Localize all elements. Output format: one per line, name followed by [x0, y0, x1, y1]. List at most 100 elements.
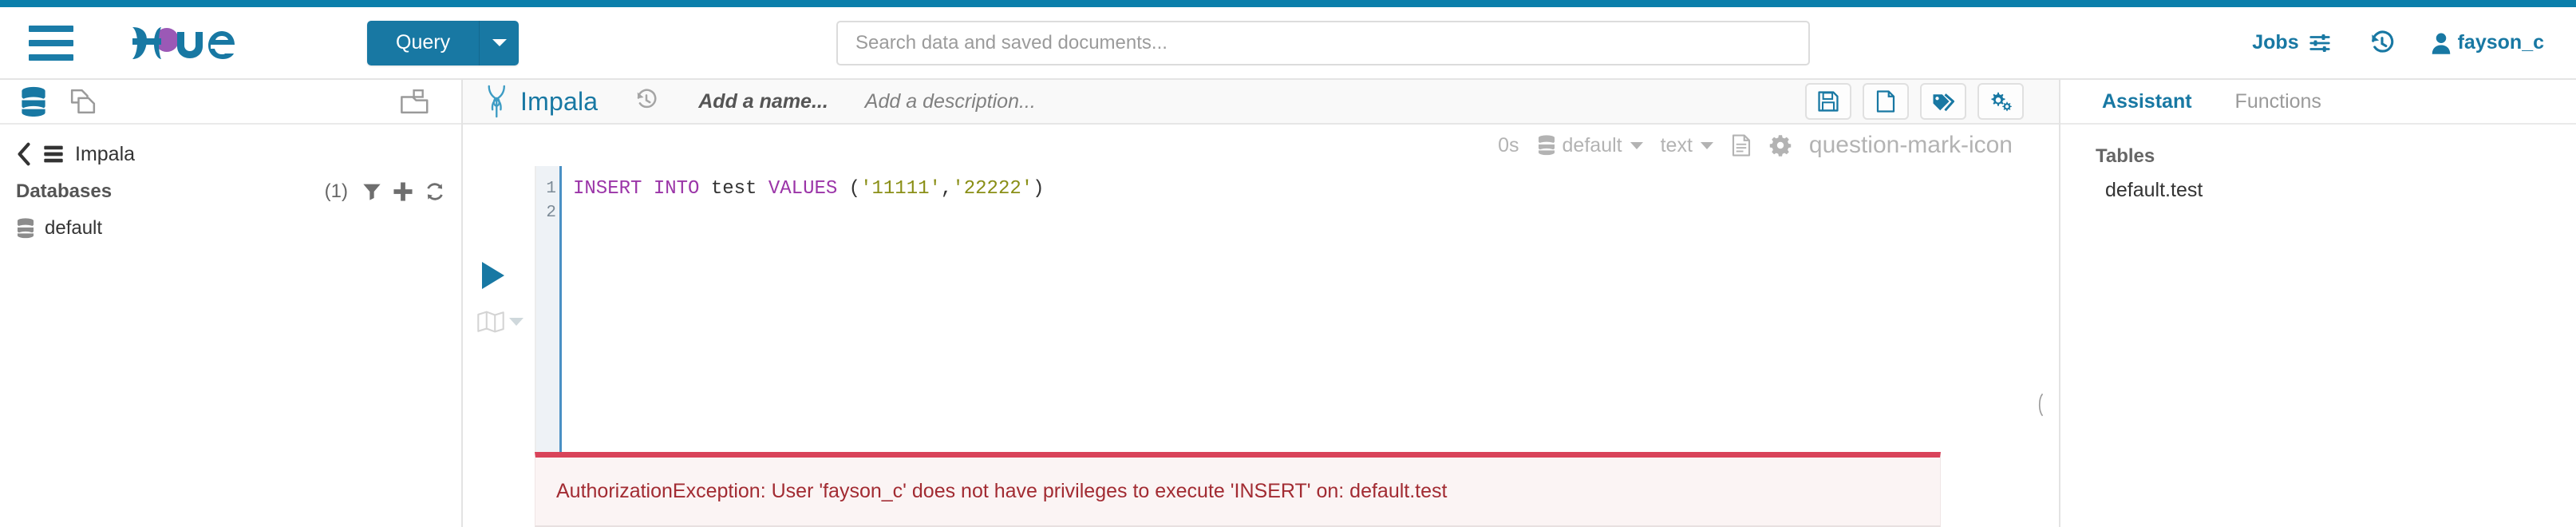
file-icon	[1876, 90, 1895, 113]
editor-area: 12 INSERT INTO test VALUES ('11111','222…	[463, 166, 2059, 452]
history-button[interactable]	[2369, 30, 2396, 57]
funnel-icon[interactable]	[362, 182, 381, 201]
query-button-group: Query	[367, 20, 520, 65]
database-icon	[17, 218, 34, 239]
code-token: VALUES	[768, 178, 838, 200]
database-icon	[1538, 135, 1555, 156]
query-dropdown-button[interactable]	[479, 20, 520, 65]
left-sidebar-toolbar	[0, 80, 461, 125]
code-content[interactable]: INSERT INTO test VALUES ('11111','22222'…	[562, 166, 2059, 452]
open-folder-icon[interactable]	[399, 87, 431, 116]
editor-left-gutter	[463, 166, 535, 452]
search-input[interactable]	[836, 20, 1810, 65]
query-description-input[interactable]: Add a description...	[865, 90, 1036, 113]
result-view-button[interactable]	[1731, 133, 1752, 157]
query-button[interactable]: Query	[367, 20, 480, 65]
query-map-button[interactable]	[477, 310, 523, 334]
error-message: AuthorizationException: User 'fayson_c' …	[556, 480, 1448, 502]
code-token: )	[1033, 178, 1045, 200]
user-menu[interactable]: fayson_c	[2431, 31, 2544, 55]
documents-icon[interactable]	[69, 87, 97, 116]
result-format-selector[interactable]: text	[1661, 134, 1713, 157]
gears-icon	[1991, 92, 2012, 112]
editor-history-icon[interactable]	[634, 88, 658, 116]
username-label: fayson_c	[2457, 31, 2544, 53]
breadcrumb[interactable]: Impala	[16, 142, 445, 166]
plus-icon[interactable]	[393, 181, 413, 202]
map-icon	[477, 311, 504, 333]
database-selector-label: default	[1562, 133, 1622, 157]
code-token: '22222'	[952, 178, 1033, 200]
run-query-button[interactable]	[482, 262, 504, 289]
query-editor-pane: Impala Add a name... Add a description..…	[463, 80, 2059, 527]
server-icon	[44, 145, 63, 163]
code-token: INSERT INTO	[573, 178, 700, 200]
impala-logo-icon	[488, 85, 505, 118]
chevron-down-icon	[492, 39, 507, 46]
hue-logo[interactable]	[128, 24, 263, 62]
history-icon	[2371, 30, 2393, 53]
navbar-right-group: Jobs fayson_c	[2217, 30, 2544, 57]
line-number: 2	[546, 204, 556, 222]
top-accent-strip	[0, 0, 2576, 7]
editor-settings-button[interactable]	[1769, 134, 1792, 157]
databases-count: (1)	[324, 180, 348, 202]
global-search	[836, 20, 1810, 65]
settings-button[interactable]	[1977, 83, 2024, 120]
top-navbar: Query Jobs	[0, 7, 2576, 80]
editor-resize-handle[interactable]	[2032, 393, 2049, 417]
code-token: '11111'	[860, 178, 941, 200]
chevron-left-icon[interactable]	[16, 142, 32, 166]
file-text-icon	[1732, 134, 1750, 157]
list-item[interactable]: default.test	[2105, 179, 2576, 202]
tags-icon	[1933, 93, 1954, 112]
jobs-button[interactable]: Jobs	[2252, 31, 2333, 55]
right-assist-panel: Assistant Functions Tables default.test	[2059, 80, 2576, 527]
left-sidebar-body: Impala Databases (1) default	[0, 125, 461, 240]
database-name-label: default	[45, 217, 103, 239]
save-button[interactable]	[1805, 83, 1851, 120]
assist-panel-tabs: Assistant Functions	[2060, 80, 2576, 125]
floppy-disk-icon	[1818, 91, 1839, 112]
help-button[interactable]: question-mark-icon	[1809, 132, 2013, 159]
code-token: test	[710, 178, 757, 200]
breadcrumb-source-label: Impala	[75, 142, 136, 165]
databases-title: Databases	[16, 180, 113, 202]
database-stack-icon[interactable]	[19, 86, 48, 117]
tab-assistant[interactable]: Assistant	[2102, 90, 2192, 113]
caret-down-icon	[509, 318, 523, 326]
resize-handle-icon	[2038, 393, 2044, 417]
tab-functions[interactable]: Functions	[2235, 90, 2321, 113]
hamburger-menu-icon[interactable]	[29, 25, 73, 61]
result-format-label: text	[1660, 133, 1693, 157]
main-content: Impala Databases (1) default Impala Add …	[0, 80, 2576, 527]
assist-panel-body: Tables default.test	[2060, 125, 2576, 202]
databases-header-row: Databases (1)	[16, 180, 445, 203]
tables-section-title: Tables	[2096, 145, 2155, 167]
line-number: 1	[546, 180, 556, 198]
new-document-button[interactable]	[1863, 83, 1909, 120]
code-token: (	[837, 178, 861, 200]
user-icon	[2432, 33, 2450, 54]
hue-logo-icon	[132, 26, 235, 59]
chevron-down-icon	[1700, 141, 1713, 149]
editor-subbar: 0s default text question-mark-icon	[463, 125, 2059, 166]
engine-selector[interactable]: Impala	[484, 84, 598, 119]
code-line-numbers: 12	[536, 166, 562, 452]
tags-button[interactable]	[1920, 83, 1966, 120]
editor-header-buttons	[1805, 83, 2024, 120]
database-selector[interactable]: default	[1537, 134, 1643, 157]
query-name-input[interactable]: Add a name...	[698, 90, 828, 113]
engine-label: Impala	[520, 86, 599, 116]
error-panel: AuthorizationException: User 'fayson_c' …	[535, 452, 1941, 527]
execution-duration: 0s	[1498, 133, 1519, 157]
sliders-icon	[2309, 34, 2330, 52]
chevron-down-icon	[1630, 141, 1643, 149]
code-editor[interactable]: 12 INSERT INTO test VALUES ('11111','222…	[535, 166, 2059, 452]
editor-header: Impala Add a name... Add a description..…	[463, 80, 2059, 125]
list-item[interactable]: default	[16, 217, 445, 240]
left-sidebar: Impala Databases (1) default	[0, 80, 463, 527]
refresh-icon[interactable]	[425, 181, 445, 202]
